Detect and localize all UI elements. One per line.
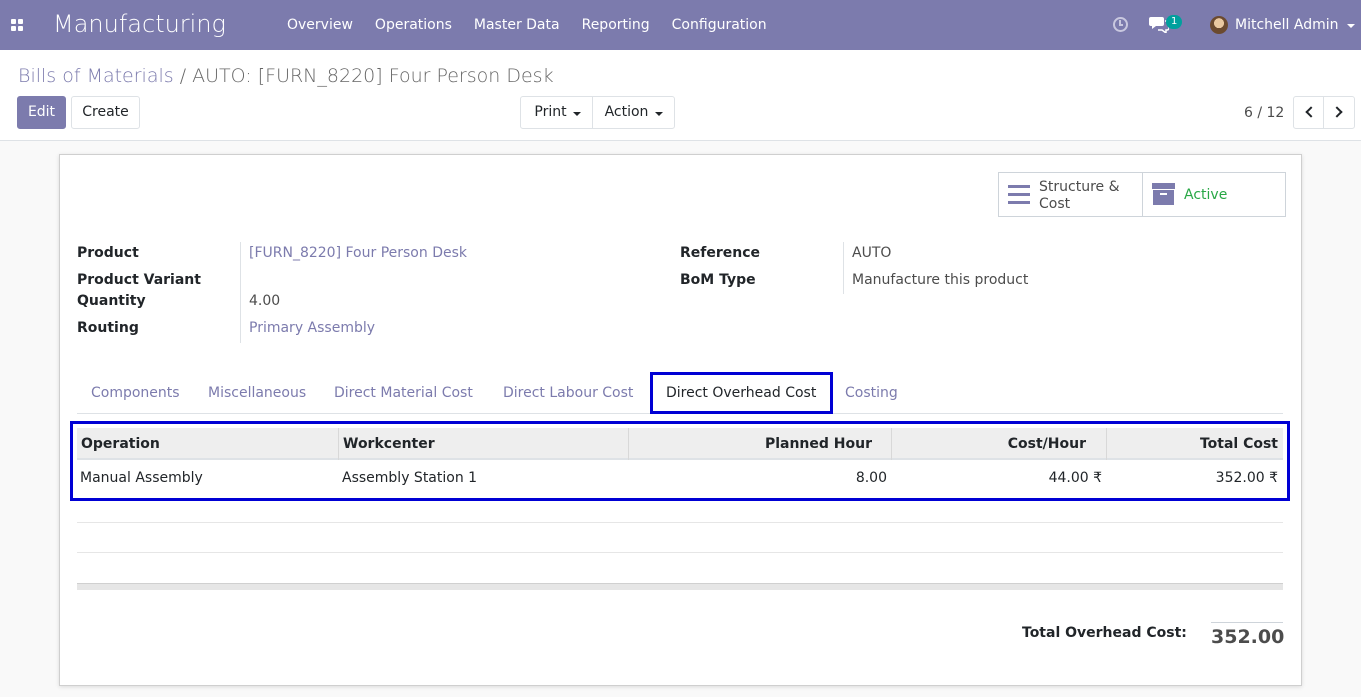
product-label: Product [77,245,139,261]
table-header: Operation Workcenter Planned Hour Cost/H… [77,428,1283,460]
overhead-cost-table: Operation Workcenter Planned Hour Cost/H… [70,421,1290,501]
tab-direct-material-cost[interactable]: Direct Material Cost [334,385,473,401]
cell-operation: Manual Assembly [80,470,203,486]
column-divider [338,428,339,460]
empty-row [77,522,1283,553]
quantity-label: Quantity [77,293,146,309]
table-row[interactable]: Manual Assembly Assembly Station 1 8.00 … [77,462,1283,495]
chevron-left-icon [1305,106,1317,118]
archive-icon [1152,183,1175,205]
tab-costing[interactable]: Costing [845,385,898,401]
pager-next-button[interactable] [1323,96,1355,129]
form-sheet: Structure & Cost Active Product [FURN_82… [59,154,1302,686]
column-divider [628,428,629,460]
menu-overview[interactable]: Overview [276,0,364,50]
control-panel: Bills of Materials / AUTO: [FURN_8220] F… [0,50,1361,141]
reference-value: AUTO [852,245,892,261]
notebook-tabs: Components Miscellaneous Direct Material… [77,372,1283,414]
reference-label: Reference [680,245,761,261]
breadcrumb-parent[interactable]: Bills of Materials [18,65,174,87]
field-divider [843,242,844,294]
cell-workcenter: Assembly Station 1 [342,470,478,486]
column-cost-hour[interactable]: Cost/Hour [897,436,1086,452]
breadcrumb: Bills of Materials / AUTO: [FURN_8220] F… [18,65,554,87]
tab-components[interactable]: Components [91,385,180,401]
list-icon [1008,185,1030,205]
chevron-right-icon [1331,106,1343,118]
structure-cost-line2: Cost [1039,196,1071,212]
user-avatar[interactable] [1210,16,1228,34]
top-navbar: Manufacturing Overview Operations Master… [0,0,1361,50]
action-button[interactable]: Action [592,96,675,129]
menu-master-data[interactable]: Master Data [463,0,571,50]
caret-down-icon [573,112,581,116]
tab-direct-overhead-cost[interactable]: Direct Overhead Cost [666,385,816,401]
column-operation[interactable]: Operation [81,436,160,452]
menu-reporting[interactable]: Reporting [571,0,661,50]
column-workcenter[interactable]: Workcenter [343,436,435,452]
cell-cost-hour: 44.00 ₹ [1048,470,1102,486]
bom-type-value: Manufacture this product [852,272,1029,288]
menu-operations[interactable]: Operations [364,0,463,50]
create-button[interactable]: Create [71,96,140,129]
empty-row [77,552,1283,583]
pager-previous-button[interactable] [1293,96,1324,129]
routing-value[interactable]: Primary Assembly [249,320,375,336]
product-value[interactable]: [FURN_8220] Four Person Desk [249,245,467,261]
main-menu: Overview Operations Master Data Reportin… [276,0,778,50]
print-button[interactable]: Print [520,96,593,129]
pager-value[interactable]: 6 / 12 [1244,105,1284,121]
table-footer [77,583,1283,590]
app-name: Manufacturing [53,10,226,38]
smart-button-box: Structure & Cost Active [998,172,1286,217]
column-divider [1106,428,1107,460]
menu-configuration[interactable]: Configuration [661,0,778,50]
total-overhead-cost-label: Total Overhead Cost: [1022,625,1187,641]
routing-label: Routing [77,320,139,336]
apps-grid-icon[interactable] [11,19,24,32]
field-divider [240,242,241,343]
cell-total-cost: 352.00 ₹ [1215,470,1278,486]
tab-direct-labour-cost[interactable]: Direct Labour Cost [503,385,633,401]
column-planned-hour[interactable]: Planned Hour [637,436,872,452]
activity-clock-icon[interactable] [1113,17,1128,32]
active-label: Active [1184,187,1228,203]
column-divider [891,428,892,460]
active-toggle-button[interactable]: Active [1142,173,1285,216]
breadcrumb-separator: / [179,65,187,87]
action-label: Action [604,104,649,120]
bom-type-label: BoM Type [680,272,756,288]
breadcrumb-current: AUTO: [FURN_8220] Four Person Desk [192,65,554,87]
quantity-value: 4.00 [249,293,281,309]
product-variant-label: Product Variant [77,272,201,288]
total-overhead-cost-value: 352.00 [1211,622,1284,648]
structure-cost-button[interactable]: Structure & Cost [999,173,1142,216]
structure-cost-line1: Structure & [1039,179,1120,195]
user-caret-icon[interactable] [1347,24,1355,28]
user-menu[interactable]: Mitchell Admin [1235,17,1339,33]
tab-miscellaneous[interactable]: Miscellaneous [208,385,306,401]
column-total-cost[interactable]: Total Cost [1112,436,1278,452]
caret-down-icon [655,112,663,116]
cell-planned-hour: 8.00 [855,470,887,486]
structure-cost-label: Structure & Cost [1039,179,1120,213]
edit-button[interactable]: Edit [17,96,66,129]
chat-count-badge: 1 [1166,15,1183,29]
print-label: Print [534,104,567,120]
